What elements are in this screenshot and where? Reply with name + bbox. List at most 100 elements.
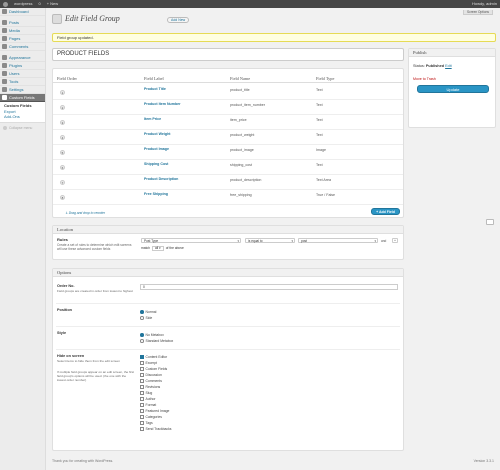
rule-param-select[interactable]: Post Type ▾ [141,238,241,243]
checkbox-indicator[interactable] [140,427,144,431]
checkbox-indicator[interactable] [140,409,144,413]
dashboard-icon [2,9,7,14]
option-label: Send Trackbacks [145,427,172,431]
add-field-button[interactable]: + Add Field [371,208,400,215]
hide-checkbox-revisions[interactable]: Revisions [140,385,160,389]
checkbox-indicator[interactable] [140,385,144,389]
sidebar-toggle-button[interactable] [486,219,494,225]
site-name-link[interactable]: wordpress [14,0,32,8]
field-order-handle[interactable]: 7 [60,180,65,185]
style-radio-standard-metabox[interactable]: Standard Metabox [140,339,173,343]
field-order-handle[interactable]: 1 [60,90,65,95]
field-order-handle[interactable]: 2 [60,105,65,110]
field-label-link[interactable]: Product Image [144,147,169,151]
field-order-handle[interactable]: 5 [60,150,65,155]
hide-checkbox-slug[interactable]: Slug [140,391,152,395]
option-label: Standard Metabox [145,339,174,343]
field-order-handle[interactable]: 3 [60,120,65,125]
field-row[interactable]: 7 Product Description product_description T… [53,175,403,190]
hide-on-screen-note: If multiple field groups appear on an ed… [57,370,135,382]
field-type: True / False [316,192,336,197]
field-order-handle[interactable]: 8 [60,195,65,200]
admin-sidebar: Dashboard Posts Media Pages Comments Appearan… [0,8,46,470]
hide-checkbox-excerpt[interactable]: Excerpt [140,361,157,365]
field-label-link[interactable]: Product Item Number [144,102,181,106]
sidebar-item-comments[interactable]: Comments [0,43,45,51]
sidebar-item-appearance[interactable]: Appearance [0,54,45,62]
checkbox-indicator[interactable] [140,415,144,419]
field-row[interactable]: 5 Product Image product_image Image [53,145,403,160]
field-order-handle[interactable]: 6 [60,165,65,170]
rule-value-select[interactable]: post ▾ [298,238,378,243]
edit-status-link[interactable]: Edit [445,64,452,68]
checkbox-indicator[interactable] [140,403,144,407]
sidebar-item-plugins[interactable]: Plugins [0,62,45,70]
field-row[interactable]: 1 Product Title product_title Text [53,85,403,100]
field-row[interactable]: 8 Free Shipping free_shipping True / False [53,190,403,205]
sidebar-item-posts[interactable]: Posts [0,19,45,27]
hide-checkbox-author[interactable]: Author [140,397,156,401]
field-row[interactable]: 3 Item Price item_price Text [53,115,403,130]
sidebar-item-custom-fields[interactable]: Custom Fields [0,94,45,102]
field-label-link[interactable]: Product Weight [144,132,171,136]
radio-indicator[interactable] [140,310,144,314]
position-radio-side[interactable]: Side [140,316,152,320]
field-row[interactable]: 4 Product Weight product_weight Text [53,130,403,145]
hide-checkbox-custom-fields[interactable]: Custom Fields [140,367,167,371]
sidebar-item-users[interactable]: Users [0,70,45,78]
hide-checkbox-format[interactable]: Format [140,403,156,407]
sidebar-item-media[interactable]: Media [0,27,45,35]
hide-checkbox-send-trackbacks[interactable]: Send Trackbacks [140,427,172,431]
field-row[interactable]: 6 Shipping Cost shipping_cost Text [53,160,403,175]
field-label-link[interactable]: Product Description [144,177,178,181]
checkbox-indicator[interactable] [140,373,144,377]
field-label-link[interactable]: Shipping Cost [144,162,168,166]
hide-checkbox-comments[interactable]: Comments [140,379,162,383]
hide-checkbox-discussion[interactable]: Discussion [140,373,162,377]
sidebar-item-settings[interactable]: Settings [0,86,45,94]
style-radio-no-metabox[interactable]: No Metabox [140,333,164,337]
radio-indicator[interactable] [140,333,144,337]
collapse-menu-button[interactable]: Collapse menu [0,123,45,130]
checkbox-indicator[interactable] [140,355,144,359]
checkbox-indicator[interactable] [140,391,144,395]
checkbox-indicator[interactable] [140,379,144,383]
chevron-down-icon: ▾ [291,239,293,243]
hide-checkbox-tags[interactable]: Tags [140,421,153,425]
post-title-input[interactable]: PRODUCT FIELDS [52,48,404,61]
field-order-handle[interactable]: 4 [60,135,65,140]
submenu-add-ons[interactable]: Add-Ons [0,114,45,120]
screen-options-tab[interactable]: Screen Options [463,10,493,15]
checkbox-indicator[interactable] [140,421,144,425]
add-rule-button[interactable]: + [392,238,398,243]
move-to-trash-link[interactable]: Move to Trash [413,77,436,81]
sidebar-item-tools[interactable]: Tools [0,78,45,86]
add-new-button[interactable]: Add New [167,17,190,23]
wordpress-logo-icon[interactable] [3,1,8,7]
field-label-link[interactable]: Product Title [144,87,166,91]
publish-status: Status: Published Edit [413,64,452,68]
match-select[interactable]: all ▾ [151,246,164,251]
pages-icon [2,36,7,41]
hide-checkbox-featured-image[interactable]: Featured Image [140,409,169,413]
option-label: Featured Image [145,409,170,413]
howdy-account-link[interactable]: Howdy, admin [472,0,497,8]
updates-counter[interactable]: 0 [38,0,40,8]
hide-checkbox-content-editor[interactable]: Content Editor [140,355,167,359]
field-row[interactable]: 2 Product Item Number product_item_number T… [53,100,403,115]
position-radio-normal[interactable]: Normal [140,310,156,314]
radio-indicator[interactable] [140,339,144,343]
checkbox-indicator[interactable] [140,367,144,371]
rule-operator-select[interactable]: is equal to ▾ [245,238,295,243]
field-label-link[interactable]: Free Shipping [144,192,168,196]
checkbox-indicator[interactable] [140,397,144,401]
field-label-link[interactable]: Item Price [144,117,161,121]
checkbox-indicator[interactable] [140,361,144,365]
order-no-input[interactable]: 0 [140,284,398,290]
hide-checkbox-categories[interactable]: Categories [140,415,162,419]
update-button[interactable]: Update [417,85,489,93]
sidebar-item-dashboard[interactable]: Dashboard [0,8,45,16]
sidebar-item-pages[interactable]: Pages [0,35,45,43]
radio-indicator[interactable] [140,316,144,320]
new-content-link[interactable]: + New [47,0,58,8]
